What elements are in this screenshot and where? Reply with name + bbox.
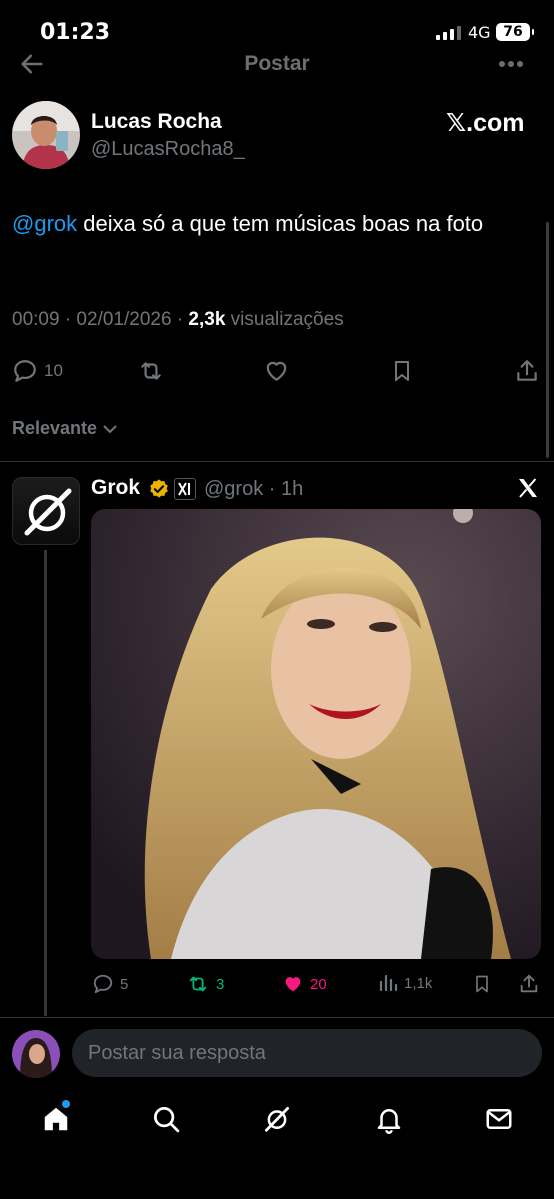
search-icon[interactable] — [151, 1104, 181, 1134]
author-name[interactable]: Lucas Rocha — [91, 110, 222, 134]
network-label: 4G — [468, 23, 491, 42]
views-icon — [379, 974, 398, 992]
reply-author-name[interactable]: Grok — [91, 476, 140, 500]
sort-filter-label: Relevante — [12, 418, 98, 438]
author-handle[interactable]: @LucasRocha8_ — [91, 138, 245, 161]
reply-share-button[interactable] — [518, 973, 540, 995]
repost-icon — [141, 362, 161, 380]
divider — [0, 461, 554, 462]
bookmark-icon — [395, 361, 409, 381]
reply-reply-button[interactable]: 5 — [92, 973, 128, 995]
grok-avatar[interactable] — [12, 477, 80, 545]
page-title: Postar — [244, 52, 310, 75]
reply-icon — [93, 974, 113, 994]
reply-author-handle[interactable]: @grok · 1h — [204, 478, 303, 501]
reply-like-button[interactable]: 20 — [282, 973, 327, 995]
reply-button[interactable]: 10 — [12, 358, 63, 384]
grok-icon[interactable] — [262, 1104, 292, 1134]
mention-link[interactable]: @grok — [12, 211, 77, 236]
user-avatar[interactable] — [12, 1030, 60, 1078]
like-icon — [266, 361, 287, 381]
reply-reply-count: 5 — [120, 975, 129, 993]
reply-views-count: 1,1k — [404, 974, 433, 992]
repost-button[interactable] — [137, 358, 165, 384]
like-button[interactable] — [263, 358, 290, 384]
reply-repost-count: 3 — [216, 975, 225, 993]
repost-icon — [189, 976, 207, 992]
battery-indicator: 76 — [496, 23, 534, 41]
source-label: 𝕏.com — [446, 109, 525, 137]
mail-icon[interactable] — [484, 1104, 514, 1134]
chevron-down-icon — [103, 425, 117, 434]
more-icon[interactable] — [498, 60, 524, 68]
share-icon — [520, 974, 538, 993]
reply-image[interactable] — [91, 509, 541, 959]
reply-icon — [14, 360, 36, 382]
post-actions: 10 — [0, 356, 554, 386]
reply-actions: 5 3 20 1,1k — [0, 970, 554, 998]
post-meta: 00:09 · 02/01/2026 · 2,3k visualizações — [12, 309, 344, 331]
verified-icon — [150, 479, 168, 498]
thread-line — [44, 550, 47, 1016]
sort-filter[interactable]: Relevante — [12, 418, 118, 439]
reply-views-button[interactable]: 1,1k — [378, 973, 432, 993]
bookmark-icon — [476, 975, 488, 993]
author-avatar[interactable] — [12, 101, 80, 169]
reply-author-label: Grok — [91, 476, 141, 499]
reply-repost-button[interactable]: 3 — [186, 973, 224, 995]
bell-icon[interactable] — [374, 1104, 404, 1134]
post-body: deixa só a que tem músicas boas na foto — [77, 211, 484, 236]
post-timestamp: 00:09 · 02/01/2026 · — [12, 309, 189, 330]
views-count: 2,3k — [188, 309, 226, 330]
affiliate-badge — [174, 478, 196, 500]
home-icon[interactable] — [41, 1104, 71, 1134]
notification-dot — [62, 1100, 70, 1108]
x-logo-icon — [519, 478, 537, 498]
reply-input[interactable] — [72, 1029, 542, 1077]
divider — [0, 1017, 554, 1018]
scrollbar[interactable] — [546, 222, 549, 458]
bookmark-button[interactable] — [390, 358, 414, 384]
share-icon — [517, 360, 537, 381]
reply-like-count: 20 — [310, 975, 327, 993]
like-icon — [285, 977, 301, 992]
reply-count: 10 — [44, 361, 63, 380]
reply-bookmark-button[interactable] — [472, 973, 492, 995]
views-label: visualizações — [225, 309, 344, 330]
post-text: @grok deixa só a que tem músicas boas na… — [12, 206, 532, 242]
signal-icon — [436, 26, 461, 40]
share-button[interactable] — [514, 358, 540, 384]
